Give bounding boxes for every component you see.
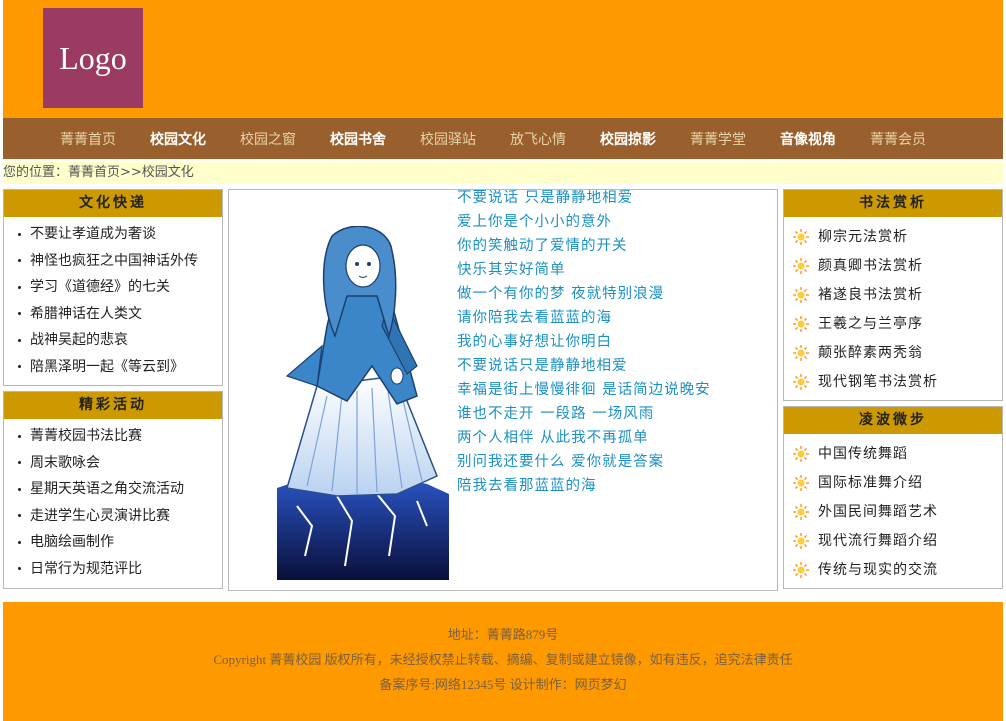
footer-copyright: Copyright 菁菁校园 版权所有，未经授权禁止转载、摘编、复制或建立镜像，…: [213, 652, 793, 667]
poem-line: 做一个有你的梦 夜就特别浪漫: [457, 286, 665, 302]
list-item[interactable]: 菁菁校园书法比赛: [18, 423, 222, 450]
panel-title: 精彩活动: [4, 392, 222, 419]
poem-line: 幸福是街上慢慢徘徊 是话简边说晚安: [457, 382, 711, 398]
list-item[interactable]: 学习《道德经》的七关: [18, 274, 222, 301]
bullet-icon: [18, 514, 21, 517]
footer: 地址：菁菁路879号 Copyright 菁菁校园 版权所有，未经授权禁止转载、…: [3, 602, 1003, 721]
bullet-icon: [18, 365, 21, 368]
poem-line: 两个人相伴 从此我不再孤单: [457, 430, 649, 446]
nav-item-campus-culture[interactable]: 校园文化: [133, 129, 223, 149]
list-item[interactable]: 周末歌咏会: [18, 450, 222, 477]
nav-item-campus-window[interactable]: 校园之窗: [223, 129, 313, 149]
bullet-icon: [18, 487, 21, 491]
poem-line: 爱上你是个小小的意外: [457, 214, 612, 230]
list-item[interactable]: 不要让孝道成为奢谈: [18, 221, 222, 248]
sun-bullet-icon: [793, 345, 809, 361]
poem-line: 陪我去看那蓝蓝的海: [457, 478, 597, 494]
nav-item-members[interactable]: 菁菁会员: [853, 129, 943, 149]
sun-bullet-icon: [793, 287, 809, 303]
bullet-icon: [18, 461, 21, 464]
poem-line: 谁也不走开 一段路 一场风雨: [457, 406, 655, 422]
list-item[interactable]: 陪黑泽明一起《等云到》: [18, 354, 222, 381]
list-item[interactable]: 褚遂良书法赏析: [792, 281, 1002, 310]
list-item[interactable]: 电脑绘画制作: [18, 529, 222, 556]
breadcrumb: 您的位置：菁菁首页>>校园文化: [3, 162, 1003, 184]
sun-bullet-icon: [793, 533, 809, 549]
dance-panel: 凌波微步 中国传统舞蹈 国际标准舞介绍 外国民间舞蹈艺术 现代流行舞蹈介绍 传统…: [783, 406, 1003, 589]
culture-panel: 文化快递 不要让孝道成为奢谈 神怪也疯狂之中国神话外传 学习《道德经》的七关 希…: [3, 189, 223, 386]
bullet-icon: [18, 540, 21, 544]
sun-bullet-icon: [793, 374, 809, 390]
poem-line: 你的笑触动了爱情的开关: [457, 238, 628, 254]
logo-text: Logo: [59, 39, 127, 76]
bullet-icon: [18, 312, 21, 315]
footer-address: 地址：菁菁路879号: [447, 627, 559, 642]
nav-item-campus-station[interactable]: 校园驿站: [403, 129, 493, 149]
main-content: 不要说话 只是静静地相爱 爱上你是个小小的意外 你的笑触动了爱情的开关 快乐其实…: [228, 189, 778, 591]
nav-item-campus-books[interactable]: 校园书舍: [313, 129, 403, 149]
nav-item-home[interactable]: 菁菁首页: [43, 129, 133, 149]
list-item[interactable]: 柳宗元法赏析: [792, 223, 1002, 252]
list-item[interactable]: 日常行为规范评比: [18, 556, 222, 583]
bullet-icon: [18, 285, 21, 289]
poem-line: 别问我还要什么 爱你就是答案: [457, 454, 665, 470]
list-item[interactable]: 颜真卿书法赏析: [792, 252, 1002, 281]
poem-text: 不要说话 只是静静地相爱 爱上你是个小小的意外 你的笑触动了爱情的开关 快乐其实…: [457, 190, 711, 498]
bullet-icon: [18, 434, 21, 438]
list-item[interactable]: 国际标准舞介绍: [792, 469, 1002, 498]
sun-bullet-icon: [793, 258, 809, 274]
sun-bullet-icon: [793, 316, 809, 332]
list-item[interactable]: 现代钢笔书法赏析: [792, 368, 1002, 397]
nav-item-video[interactable]: 音像视角: [763, 129, 853, 149]
panel-title: 书法赏析: [784, 190, 1002, 217]
list-item[interactable]: 神怪也疯狂之中国神话外传: [18, 248, 222, 275]
poem-line: 快乐其实好简单: [457, 262, 566, 278]
list-item[interactable]: 走进学生心灵演讲比赛: [18, 503, 222, 530]
poem-line: 不要说话 只是静静地相爱: [457, 190, 634, 206]
bullet-icon: [18, 338, 21, 342]
activities-panel: 精彩活动 菁菁校园书法比赛 周末歌咏会 星期天英语之角交流活动 走进学生心灵演讲…: [3, 391, 223, 589]
list-item[interactable]: 传统与现实的交流: [792, 556, 1002, 585]
sun-bullet-icon: [793, 475, 809, 491]
poem-line: 请你陪我去看蓝蓝的海: [457, 310, 612, 326]
bullet-icon: [18, 232, 21, 236]
sun-bullet-icon: [793, 504, 809, 520]
panel-title: 文化快递: [4, 190, 222, 217]
list-item[interactable]: 王羲之与兰亭序: [792, 310, 1002, 339]
logo[interactable]: Logo: [43, 8, 143, 108]
list-item[interactable]: 战神吴起的悲哀: [18, 327, 222, 354]
list-item[interactable]: 外国民间舞蹈艺术: [792, 498, 1002, 527]
sun-bullet-icon: [793, 446, 809, 462]
list-item[interactable]: 希腊神话在人类文: [18, 301, 222, 328]
bullet-icon: [18, 259, 21, 262]
list-item[interactable]: 中国传统舞蹈: [792, 440, 1002, 469]
nav-item-campus-photos[interactable]: 校园掠影: [583, 129, 673, 149]
nav-item-mood[interactable]: 放飞心情: [493, 129, 583, 149]
header: Logo: [3, 0, 1003, 118]
main-nav: 菁菁首页 校园文化 校园之窗 校园书舍 校园驿站 放飞心情 校园掠影 菁菁学堂 …: [3, 118, 1003, 159]
girl-illustration-icon: [277, 226, 449, 580]
bullet-icon: [18, 567, 21, 570]
sun-bullet-icon: [793, 562, 809, 578]
calligraphy-panel: 书法赏析 柳宗元法赏析 颜真卿书法赏析 褚遂良书法赏析 王羲之与兰亭序 颠张醉素…: [783, 189, 1003, 401]
nav-item-school[interactable]: 菁菁学堂: [673, 129, 763, 149]
list-item[interactable]: 颠张醉素两秃翁: [792, 339, 1002, 368]
poem-line: 我的心事好想让你明白: [457, 334, 612, 350]
poem-line: 不要说话只是静静地相爱: [457, 358, 628, 374]
panel-title: 凌波微步: [784, 407, 1002, 434]
list-item[interactable]: 现代流行舞蹈介绍: [792, 527, 1002, 556]
sun-bullet-icon: [793, 229, 809, 245]
footer-icp: 备案序号:网络12345号 设计制作：网页梦幻: [379, 677, 627, 692]
list-item[interactable]: 星期天英语之角交流活动: [18, 476, 222, 503]
